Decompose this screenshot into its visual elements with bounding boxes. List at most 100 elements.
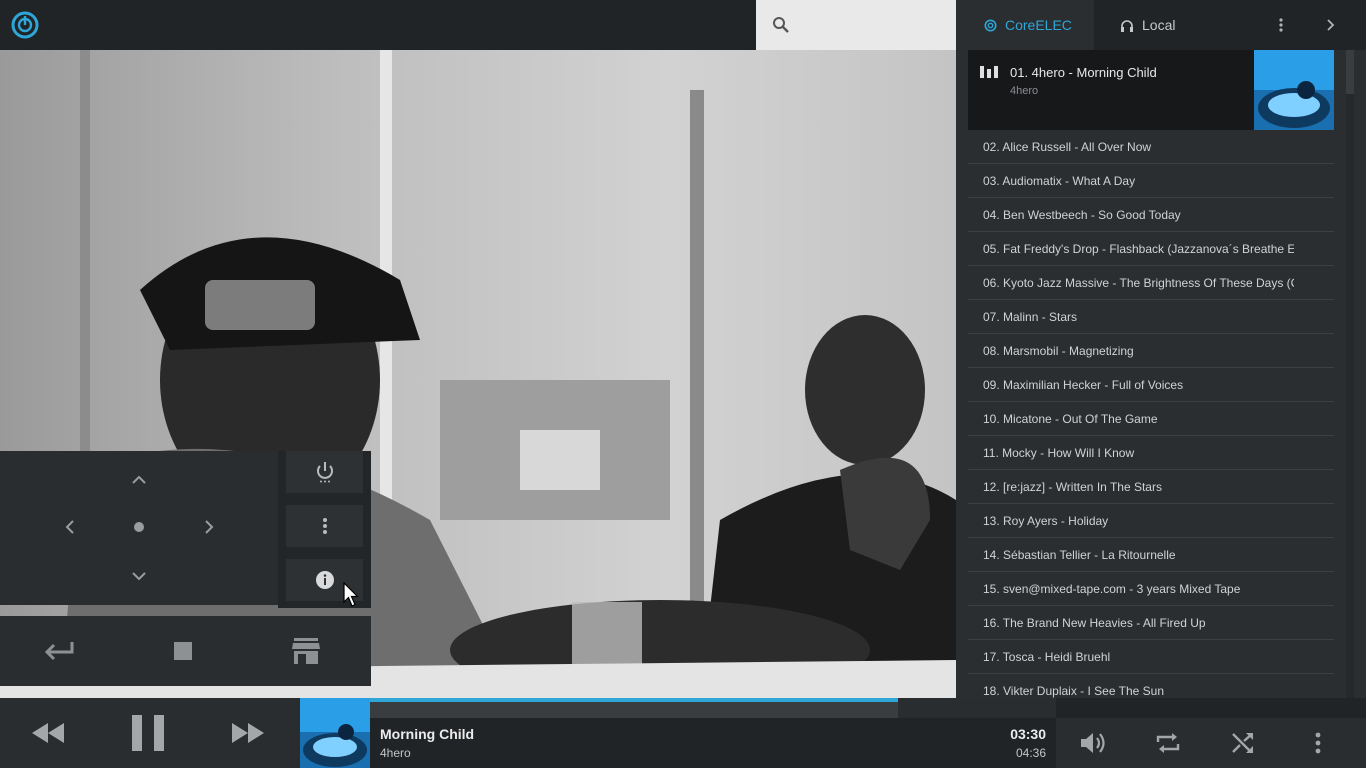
chevron-up-icon — [132, 475, 146, 484]
tab-coreelec-label: CoreELEC — [1005, 17, 1072, 33]
player-more-button[interactable] — [1288, 718, 1348, 768]
album-thumbnail — [1254, 50, 1334, 130]
playlist-item[interactable]: 02. Alice Russell - All Over Now — [968, 130, 1334, 164]
playlist-item-label: 10. Micatone - Out Of The Game — [983, 411, 1158, 426]
playlist-item-label: 14. Sébastian Tellier - La Ritournelle — [983, 547, 1176, 562]
playlist-item-label: 09. Maximilian Hecker - Full of Voices — [983, 377, 1184, 392]
volume-icon — [1081, 733, 1105, 753]
playlist-item-label: 05. Fat Freddy's Drop - Flashback (Jazza… — [983, 241, 1294, 256]
rewind-icon — [32, 723, 64, 743]
pause-icon — [132, 715, 164, 751]
tabs-next-button[interactable] — [1318, 0, 1344, 50]
playlist-item-label: 03. Audiomatix - What A Day — [983, 173, 1136, 188]
store-icon — [292, 638, 320, 664]
tab-local-label: Local — [1142, 17, 1176, 33]
stop-icon — [174, 642, 192, 660]
right-button[interactable] — [189, 512, 229, 542]
playlist-item[interactable]: 09. Maximilian Hecker - Full of Voices — [968, 368, 1334, 402]
now-playing-item[interactable]: 01. 4hero - Morning Child 4hero — [968, 50, 1334, 130]
scrollbar-thumb[interactable] — [1346, 50, 1354, 94]
progress-buffer — [370, 702, 898, 718]
power-logo-icon[interactable] — [10, 10, 40, 40]
playlist-item[interactable]: 08. Marsmobil - Magnetizing — [968, 334, 1334, 368]
equalizer-icon — [980, 66, 998, 78]
player-bar: Morning Child 4hero 03:30 04:36 — [0, 698, 1366, 768]
tab-local[interactable]: Local — [1094, 0, 1264, 50]
power-button[interactable] — [286, 451, 363, 493]
tab-coreelec[interactable]: CoreELEC — [956, 0, 1094, 50]
remote-dpad — [0, 451, 278, 605]
headphones-icon — [1121, 19, 1133, 32]
kodi-icon — [984, 19, 997, 31]
shuffle-icon — [1232, 733, 1253, 753]
shuffle-button[interactable] — [1213, 718, 1273, 768]
playlist-item-label: 16. The Brand New Heavies - All Fired Up — [983, 615, 1206, 630]
mouse-cursor-icon — [343, 582, 359, 607]
playlist-item-label: 17. Tosca - Heidi Bruehl — [983, 649, 1111, 664]
transport-controls — [0, 698, 300, 768]
playlist-item-label: 07. Malinn - Stars — [983, 309, 1078, 324]
playback-options — [1056, 718, 1366, 768]
return-arrow-icon — [44, 642, 74, 661]
up-button[interactable] — [119, 465, 159, 495]
playlist-item[interactable]: 14. Sébastian Tellier - La Ritournelle — [968, 538, 1334, 572]
playlist-item[interactable]: 11. Mocky - How Will I Know — [968, 436, 1334, 470]
playlist-item-label: 11. Mocky - How Will I Know — [983, 445, 1135, 460]
tabs-more-button[interactable] — [1266, 0, 1296, 50]
stop-button[interactable] — [138, 616, 228, 686]
search-icon — [773, 17, 789, 33]
repeat-button[interactable] — [1138, 718, 1198, 768]
context-menu-button[interactable] — [286, 505, 363, 547]
playlist-item-label: 13. Roy Ayers - Holiday — [983, 513, 1109, 528]
repeat-icon — [1156, 733, 1180, 753]
playlist-item-label: 15. sven@mixed-tape.com - 3 years Mixed … — [983, 581, 1241, 596]
playlist-item-label: 06. Kyoto Jazz Massive - The Brightness … — [983, 275, 1294, 290]
playlist-item-label: 12. [re:jazz] - Written In The Stars — [983, 479, 1162, 494]
playlist-item[interactable]: 13. Roy Ayers - Holiday — [968, 504, 1334, 538]
playlist-item[interactable]: 03. Audiomatix - What A Day — [968, 164, 1334, 198]
fast-forward-button[interactable] — [208, 698, 288, 768]
playlist-item-label: 02. Alice Russell - All Over Now — [983, 139, 1152, 154]
playlist-item[interactable]: 10. Micatone - Out Of The Game — [968, 402, 1334, 436]
playlist-item-label: 04. Ben Westbeech - So Good Today — [983, 207, 1181, 222]
playlist-item[interactable]: 04. Ben Westbeech - So Good Today — [968, 198, 1334, 232]
rewind-button[interactable] — [8, 698, 88, 768]
playlist-item[interactable]: 07. Malinn - Stars — [968, 300, 1334, 334]
remote-action-row — [0, 616, 371, 686]
playlist-item[interactable]: 05. Fat Freddy's Drop - Flashback (Jazza… — [968, 232, 1334, 266]
chevron-right-icon — [205, 520, 214, 534]
fast-forward-icon — [232, 723, 264, 743]
volume-button[interactable] — [1064, 718, 1124, 768]
progress-bar[interactable] — [370, 698, 1056, 718]
playlist-item[interactable]: 17. Tosca - Heidi Bruehl — [968, 640, 1334, 674]
pause-button[interactable] — [108, 698, 188, 768]
playlist-item[interactable]: 16. The Brand New Heavies - All Fired Up — [968, 606, 1334, 640]
now-playing-artist: 4hero — [1010, 85, 1039, 97]
playlist-item[interactable]: 06. Kyoto Jazz Massive - The Brightness … — [968, 266, 1334, 300]
more-vertical-icon — [322, 518, 327, 534]
chevron-left-icon — [65, 520, 74, 534]
player-track-artist: 4hero — [380, 746, 411, 760]
power-icon — [316, 462, 333, 483]
more-vertical-icon — [1279, 18, 1283, 32]
back-button[interactable] — [15, 616, 105, 686]
chevron-down-icon — [132, 572, 146, 581]
select-button[interactable] — [119, 512, 159, 542]
down-button[interactable] — [119, 561, 159, 591]
playlist-item[interactable]: 18. Vikter Duplaix - I See The Sun — [968, 674, 1334, 698]
search-input[interactable] — [756, 0, 956, 50]
home-button[interactable] — [261, 616, 351, 686]
player-album-thumbnail[interactable] — [300, 698, 370, 768]
now-playing-title: 01. 4hero - Morning Child — [1010, 65, 1157, 80]
playlist-item[interactable]: 15. sven@mixed-tape.com - 3 years Mixed … — [968, 572, 1334, 606]
dot-icon — [134, 522, 144, 532]
chevron-right-icon — [1327, 19, 1335, 31]
info-icon — [315, 571, 334, 589]
playlist-item[interactable]: 12. [re:jazz] - Written In The Stars — [968, 470, 1334, 504]
playlist-scrollbar[interactable] — [1346, 50, 1354, 698]
playlist-item-label: 18. Vikter Duplaix - I See The Sun — [983, 683, 1164, 698]
elapsed-time: 03:30 — [1010, 726, 1046, 742]
left-button[interactable] — [50, 512, 90, 542]
tab-bar: CoreELEC Local — [956, 0, 1366, 50]
player-track-title: Morning Child — [380, 726, 475, 742]
